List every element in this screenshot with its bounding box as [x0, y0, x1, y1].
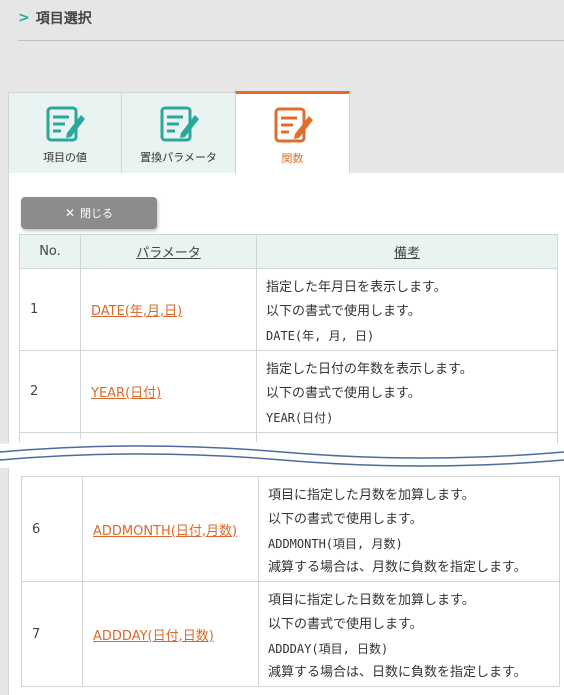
page-title: 項目選択 — [35, 11, 92, 27]
description-cell: 指定した日付の年数を表示します。 以下の書式で使用します。 YEAR(日付) — [256, 350, 558, 433]
description-line: 以下の書式で使用します。 — [268, 512, 423, 527]
row-number: 7 — [21, 581, 83, 687]
table-row: 1 DATE(年,月,日) 指定した年月日を表示します。 以下の書式で使用します… — [19, 268, 558, 351]
description-syntax: DATE(年, 月, 日) — [266, 329, 375, 343]
description-line: 以下の書式で使用します。 — [266, 386, 421, 401]
tab-item-value[interactable]: 項目の値 — [8, 92, 122, 173]
row-number: 1 — [19, 268, 81, 351]
description-line: 指定した年月日を表示します。 — [266, 280, 447, 295]
column-header-no: No. — [19, 234, 81, 269]
column-header-note-label: 備考 — [393, 246, 420, 261]
omission-break — [0, 438, 564, 474]
function-link[interactable]: ADDMONTH(日付,月数) — [93, 524, 237, 539]
description-syntax: YEAR(日付) — [266, 411, 334, 425]
title-divider — [18, 40, 564, 41]
table-row: 6 ADDMONTH(日付,月数) 項目に指定した月数を加算します。 以下の書式… — [21, 476, 560, 582]
function-table: No. パラメータ 備考 1 DATE(年,月,日) 指定した年月日を表示します… — [19, 234, 558, 453]
description-line: 項目に指定した日数を加算します。 — [268, 593, 475, 608]
tab-label: 置換パラメータ — [140, 151, 217, 164]
close-button-label: 閉じる — [80, 207, 114, 220]
table-header-row: No. パラメータ 備考 — [19, 234, 558, 269]
description-line: 項目に指定した月数を加算します。 — [268, 488, 475, 503]
table-row: 7 ADDDAY(日付,日数) 項目に指定した日数を加算します。 以下の書式で使… — [21, 581, 560, 687]
tab-replace-parameter[interactable]: 置換パラメータ — [121, 92, 236, 173]
chevron-right-icon: > — [18, 10, 30, 26]
function-table-continued: 6 ADDMONTH(日付,月数) 項目に指定した月数を加算します。 以下の書式… — [21, 476, 560, 687]
description-syntax: ADDMONTH(項目, 月数) — [268, 537, 403, 551]
column-header-parameter[interactable]: パラメータ — [80, 234, 257, 269]
row-number: 6 — [21, 476, 83, 582]
tab-function[interactable]: 関数 — [235, 91, 350, 174]
description-line: 減算する場合は、月数に負数を指定します。 — [268, 560, 527, 575]
description-line: 以下の書式で使用します。 — [266, 304, 421, 319]
description-line: 減算する場合は、日数に負数を指定します。 — [268, 665, 527, 680]
section-title-wrap: > 項目選択 — [18, 7, 92, 29]
function-name-cell: YEAR(日付) — [80, 350, 257, 433]
close-icon: ✕ — [64, 206, 76, 220]
edit-icon — [160, 106, 199, 142]
tab-label: 関数 — [281, 152, 304, 165]
function-name-cell: ADDMONTH(日付,月数) — [82, 476, 259, 582]
tab-label: 項目の値 — [43, 151, 87, 164]
function-link[interactable]: DATE(年,月,日) — [91, 304, 182, 319]
function-name-cell: ADDDAY(日付,日数) — [82, 581, 259, 687]
function-link[interactable]: ADDDAY(日付,日数) — [93, 629, 214, 644]
close-button[interactable]: ✕ 閉じる — [21, 197, 157, 229]
edit-icon — [46, 106, 85, 142]
description-cell: 項目に指定した日数を加算します。 以下の書式で使用します。 ADDDAY(項目,… — [258, 581, 560, 687]
description-line: 以下の書式で使用します。 — [268, 617, 423, 632]
description-cell: 項目に指定した月数を加算します。 以下の書式で使用します。 ADDMONTH(項… — [258, 476, 560, 582]
row-number: 2 — [19, 350, 81, 433]
description-line: 指定した日付の年数を表示します。 — [266, 362, 473, 377]
function-link[interactable]: YEAR(日付) — [91, 386, 161, 401]
description-syntax: ADDDAY(項目, 日数) — [268, 642, 389, 656]
column-header-note[interactable]: 備考 — [256, 234, 558, 269]
description-cell: 指定した年月日を表示します。 以下の書式で使用します。 DATE(年, 月, 日… — [256, 268, 558, 351]
table-row: 2 YEAR(日付) 指定した日付の年数を表示します。 以下の書式で使用します。… — [19, 350, 558, 433]
column-header-parameter-label: パラメータ — [136, 246, 201, 261]
function-name-cell: DATE(年,月,日) — [80, 268, 257, 351]
edit-icon — [274, 107, 313, 143]
